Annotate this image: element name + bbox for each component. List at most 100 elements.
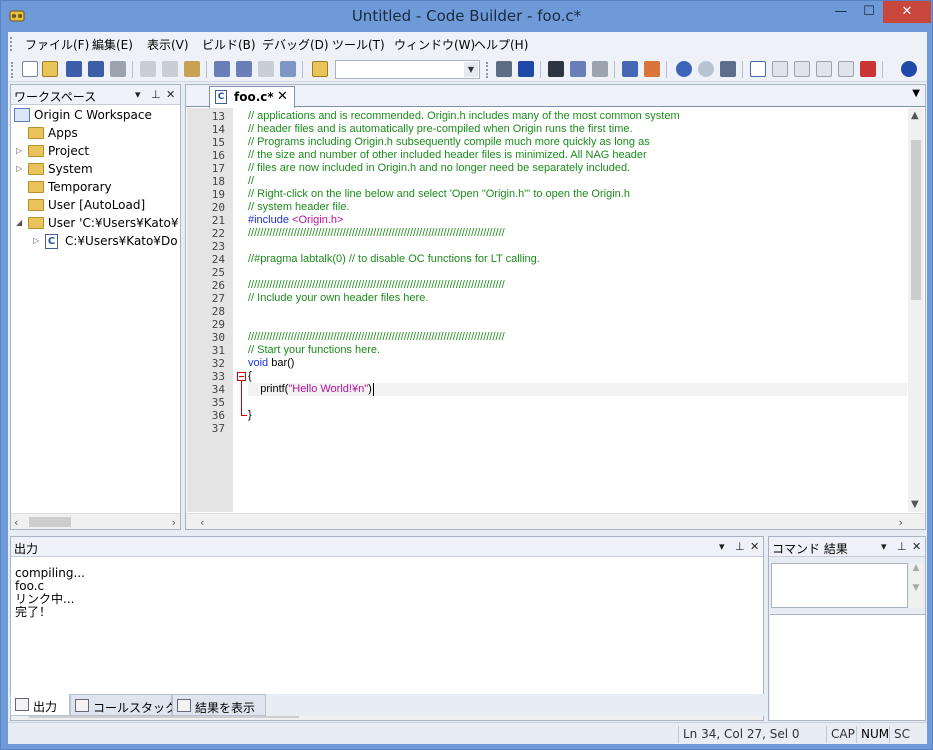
code-line[interactable]: // Start your functions here. [248, 344, 380, 357]
editor-hscrollbar[interactable]: ‹ › [186, 513, 925, 529]
code-line[interactable]: // system header file. [248, 201, 350, 214]
command-vscrollbar[interactable]: ▲ ▼ [909, 563, 923, 608]
tree-item[interactable]: User [AutoLoad] [11, 196, 180, 214]
scroll-up-icon[interactable]: ▲ [911, 110, 919, 121]
minimize-button[interactable]: — [827, 1, 855, 23]
code-line[interactable]: // applications and is recommended. Orig… [248, 110, 680, 123]
new-file-icon[interactable] [22, 61, 38, 77]
toolbar-grip[interactable] [486, 62, 489, 78]
close-button[interactable]: ✕ [883, 1, 931, 23]
maximize-button[interactable]: ☐ [855, 1, 883, 23]
save-icon[interactable] [66, 61, 82, 77]
bookmark-icon[interactable] [794, 61, 810, 77]
clear-bookmark-icon[interactable] [838, 61, 854, 77]
tree-item[interactable]: Temporary [11, 178, 180, 196]
pin-icon[interactable]: ⊥ [897, 540, 907, 553]
code-line[interactable]: // [248, 175, 254, 188]
tree-item[interactable]: ▷ C C:¥Users¥Kato¥Do [11, 232, 180, 250]
tab-output[interactable]: 出力 [10, 694, 70, 716]
add-to-workspace-icon[interactable] [280, 61, 296, 77]
tree-expander-icon[interactable]: ▷ [33, 236, 39, 245]
menu-edit[interactable]: 編集(E) [92, 36, 133, 53]
find-in-files-icon[interactable] [592, 61, 608, 77]
menu-tools[interactable]: ツール(T) [332, 36, 385, 53]
menu-view[interactable]: 表示(V) [147, 36, 189, 53]
code-line[interactable]: // Programs including Origin.h subsequen… [248, 136, 650, 149]
tree-item[interactable]: Apps [11, 124, 180, 142]
pin-icon[interactable]: ⊥ [151, 88, 161, 101]
command-result-box[interactable] [771, 563, 908, 608]
rebuild-icon[interactable] [236, 61, 252, 77]
batch-build-icon[interactable] [258, 61, 274, 77]
tools-icon[interactable] [622, 61, 638, 77]
tab-list-chevron-icon[interactable]: ▼ [912, 88, 920, 99]
output-header[interactable]: 出力 ▾ ⊥ ✕ [11, 537, 763, 557]
find-icon[interactable] [548, 61, 564, 77]
command-input[interactable] [770, 614, 925, 720]
chevron-down-icon[interactable]: ▼ [464, 62, 478, 77]
code-line[interactable]: // files are now included in Origin.h an… [248, 162, 630, 175]
tree-expander-icon[interactable]: ▷ [16, 146, 22, 155]
tree-expander-icon[interactable]: ◢ [16, 218, 22, 227]
cut-icon[interactable] [140, 61, 156, 77]
pin-icon[interactable]: ⊥ [735, 540, 745, 553]
code-line[interactable]: { [248, 370, 252, 383]
save-all-icon[interactable] [88, 61, 104, 77]
copy-icon[interactable] [162, 61, 178, 77]
code-line[interactable]: #include <Origin.h> [248, 214, 343, 227]
workspace-header[interactable]: ワークスペース ▾ ⊥ ✕ [11, 85, 180, 105]
scroll-left-icon[interactable]: ‹ [14, 516, 18, 529]
code-line[interactable]: void bar() [248, 357, 294, 370]
tab-foo-c[interactable]: C foo.c* ✕ [209, 86, 295, 108]
code-line[interactable]: //#pragma labtalk(0) // to disable OC fu… [248, 253, 540, 266]
code-line[interactable]: // Include your own header files here. [248, 292, 428, 305]
print-icon[interactable] [110, 61, 126, 77]
tab-call-stack[interactable]: コールスタック [70, 694, 177, 716]
tab-close-icon[interactable]: ✕ [277, 89, 288, 104]
menu-help[interactable]: ヘルプ(H) [474, 36, 528, 53]
code-line[interactable]: // Right-click on the line below and sel… [248, 188, 630, 201]
scroll-thumb[interactable] [29, 517, 71, 527]
undo-icon[interactable] [676, 61, 692, 77]
code-line[interactable]: } [248, 409, 252, 422]
tab-show-results[interactable]: 結果を表示 [172, 694, 266, 716]
menu-debug[interactable]: デバッグ(D) [262, 36, 329, 53]
replace-icon[interactable] [570, 61, 586, 77]
debug-icon[interactable] [644, 61, 660, 77]
comment-icon[interactable] [772, 61, 788, 77]
tree-item[interactable]: Origin C Workspace [11, 106, 180, 124]
scroll-down-icon[interactable]: ▼ [911, 499, 919, 510]
tree-expander-icon[interactable]: ▷ [16, 164, 22, 173]
code-line[interactable]: ////////////////////////////////////////… [248, 279, 505, 292]
code-text[interactable]: // applications and is recommended. Orig… [248, 108, 907, 512]
open-project-icon[interactable] [312, 61, 328, 77]
tree-item[interactable]: ▷ Project [11, 142, 180, 160]
navigate-back-icon[interactable] [901, 61, 917, 77]
command-header[interactable]: コマンド 結果 ▾ ⊥ ✕ [769, 537, 925, 557]
panel-menu-icon[interactable]: ▾ [881, 540, 887, 553]
open-folder-icon[interactable] [42, 61, 58, 77]
outdent-icon[interactable] [518, 61, 534, 77]
code-line[interactable]: // header files and is automatically pre… [248, 123, 633, 136]
code-line[interactable]: ////////////////////////////////////////… [248, 331, 505, 344]
breakpoint-icon[interactable] [860, 61, 876, 77]
redo-icon[interactable] [698, 61, 714, 77]
close-icon[interactable]: ✕ [912, 540, 921, 553]
menu-file[interactable]: ファイル(F) [25, 36, 89, 53]
code-line[interactable]: ////////////////////////////////////////… [248, 227, 505, 240]
tree-item[interactable]: ◢ User 'C:¥Users¥Kato¥ [11, 214, 180, 232]
toolbar-combo[interactable]: ▼ [335, 60, 480, 79]
close-icon[interactable]: ✕ [750, 540, 759, 553]
uncomment-icon[interactable] [816, 61, 832, 77]
menu-window[interactable]: ウィンドウ(W) [394, 36, 475, 53]
scroll-right-icon[interactable]: › [172, 516, 176, 529]
editor-vscrollbar[interactable]: ▲ ▼ [908, 108, 924, 512]
code-line[interactable]: printf("Hello World!¥n") [248, 383, 372, 396]
menu-build[interactable]: ビルド(B) [202, 36, 256, 53]
scroll-thumb[interactable] [911, 140, 921, 300]
code-line[interactable]: // the size and number of other included… [248, 149, 647, 162]
window-icon[interactable] [750, 61, 766, 77]
panel-menu-icon[interactable]: ▾ [719, 540, 725, 553]
workspace-hscrollbar[interactable]: ‹ › [11, 513, 180, 529]
title-bar[interactable]: Untitled - Code Builder - foo.c* — ☐ ✕ [1, 1, 932, 32]
